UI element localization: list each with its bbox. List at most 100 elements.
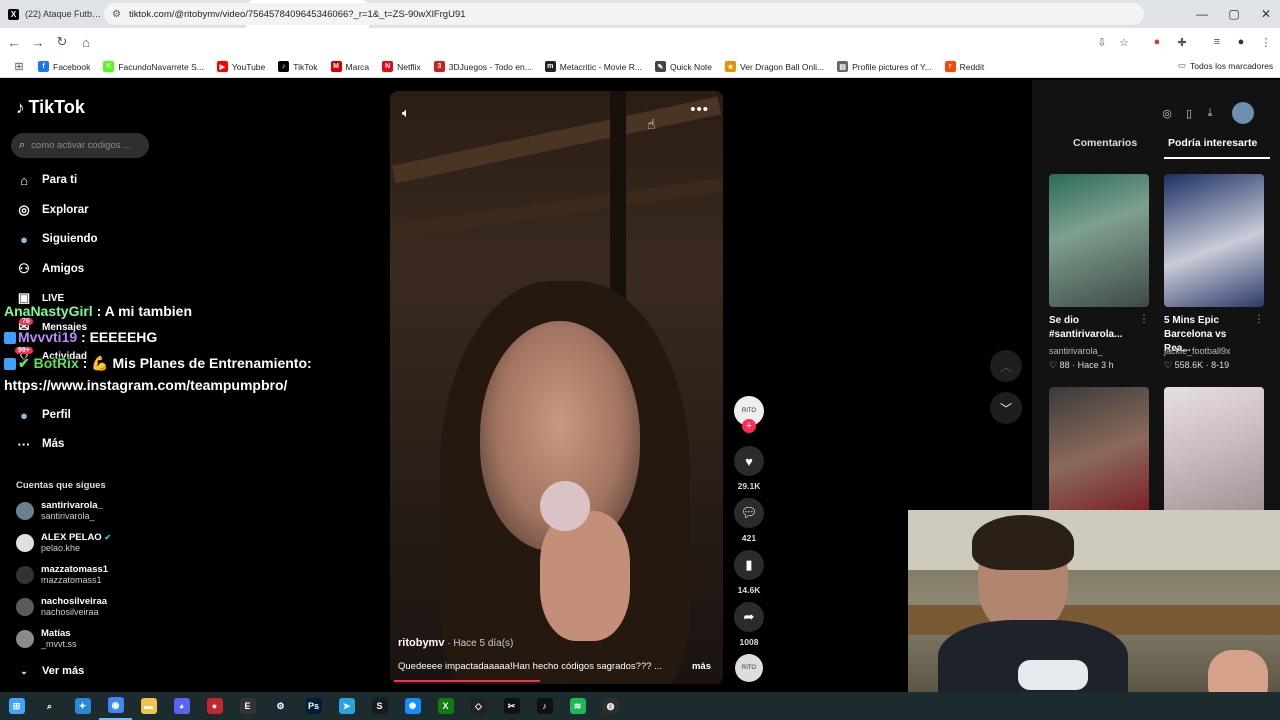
- taskbar-app[interactable]: ⚙: [264, 692, 297, 720]
- reload-icon[interactable]: ↻: [50, 30, 74, 54]
- forward-icon[interactable]: →: [26, 30, 50, 54]
- device-icon[interactable]: ▯: [1178, 102, 1200, 124]
- taskbar-app[interactable]: ▬: [132, 692, 165, 720]
- taskbar-app[interactable]: ✺: [396, 692, 429, 720]
- taskbar-app[interactable]: ✂: [495, 692, 528, 720]
- metacritic-icon: m: [544, 61, 556, 72]
- video-menu-icon[interactable]: ⋮: [1139, 314, 1149, 325]
- tab-comments[interactable]: Comentarios: [1073, 137, 1137, 149]
- chrome-menu-icon[interactable]: ⋮: [1256, 32, 1276, 52]
- video-thumbnail[interactable]: [1049, 387, 1149, 520]
- nav-item-perfil[interactable]: ● Perfil: [16, 407, 71, 423]
- nav-item-para-ti[interactable]: ⌂ Para ti: [16, 172, 77, 188]
- save-action[interactable]: ▮ 14.6K: [734, 550, 764, 595]
- all-bookmarks-folder[interactable]: ▭ Todos los marcadores: [1178, 60, 1273, 71]
- taskbar-app[interactable]: ◕: [165, 692, 198, 720]
- next-video-button[interactable]: ﹀: [990, 392, 1022, 424]
- taskbar-app[interactable]: Ps: [297, 692, 330, 720]
- bookmark-item[interactable]: ★ Ver Dragon Ball Onli...: [725, 61, 824, 72]
- bookmark-item[interactable]: 3 3DJuegos - Todo en...: [433, 61, 532, 72]
- description-more-button[interactable]: más: [692, 661, 711, 672]
- followed-account[interactable]: mazzatomass1 mazzatomass1: [16, 564, 108, 586]
- minimize-button[interactable]: —: [1186, 0, 1218, 28]
- followed-account[interactable]: santirivarola_ santirivarola_: [16, 500, 103, 522]
- video-thumbnail[interactable]: [1164, 387, 1264, 520]
- taskbar-app[interactable]: ◇: [462, 692, 495, 720]
- bookmark-star-icon[interactable]: ☆: [1114, 32, 1134, 52]
- video-thumbnail[interactable]: [1164, 174, 1264, 307]
- share-action[interactable]: ➦ 1008: [734, 602, 764, 647]
- coins-icon[interactable]: ◎: [1156, 102, 1178, 124]
- heart-icon[interactable]: ♥: [734, 446, 764, 476]
- music-disc[interactable]: RITO: [735, 654, 763, 682]
- followed-account[interactable]: ALEX PELAO ✔ pelao.khe: [16, 532, 111, 554]
- search-input[interactable]: ⌕ como activar codigos ...: [11, 133, 149, 158]
- taskbar-app[interactable]: ✦: [66, 692, 99, 720]
- author-name[interactable]: ritobymv: [398, 637, 444, 649]
- bookmark-item[interactable]: M Marca: [330, 61, 369, 72]
- address-bar[interactable]: ⚙ tiktok.com/@ritobymv/video/75645784096…: [104, 3, 1144, 25]
- taskbar-app[interactable]: X: [429, 692, 462, 720]
- like-action[interactable]: ♥ 29.1K: [734, 446, 764, 491]
- tab-suggested[interactable]: Podría interesarte: [1168, 137, 1257, 149]
- taskbar-app[interactable]: ●: [198, 692, 231, 720]
- follow-button[interactable]: +: [742, 419, 756, 433]
- bookmark-item[interactable]: N Netflix: [382, 61, 421, 72]
- bookmark-item[interactable]: r Reddit: [944, 61, 984, 72]
- comment-action[interactable]: 💬︎ 421: [734, 498, 764, 543]
- taskbar-app[interactable]: ➤: [330, 692, 363, 720]
- install-app-icon[interactable]: ⇩: [1092, 32, 1112, 52]
- video-player[interactable]: 🔈︎ ••• ritobymv · Hace 5 día(s) Quedeeee…: [390, 91, 723, 684]
- video-author[interactable]: ritobymv · Hace 5 día(s): [398, 637, 513, 649]
- video-creator[interactable]: jackie_football9x: [1164, 346, 1231, 356]
- tiktok-logo[interactable]: ♪ TikTok: [16, 97, 85, 118]
- video-menu-icon[interactable]: ⋮: [1254, 314, 1264, 325]
- taskbar-app[interactable]: ◍: [594, 692, 627, 720]
- followed-account[interactable]: Matías _mvvt.ss: [16, 628, 77, 650]
- user-avatar[interactable]: [1232, 102, 1254, 124]
- video-creator[interactable]: santirivarola_: [1049, 346, 1103, 356]
- previous-video-button[interactable]: ︿: [990, 350, 1022, 382]
- taskbar-app[interactable]: ≋: [561, 692, 594, 720]
- bookmark-item[interactable]: ▶ YouTube: [216, 61, 265, 72]
- close-window-button[interactable]: ✕: [1250, 0, 1280, 28]
- bookmark-item[interactable]: ♪ TikTok: [278, 61, 318, 72]
- bookmark-item[interactable]: ✎ Quick Note: [654, 61, 712, 72]
- profile-avatar-icon[interactable]: ●: [1231, 32, 1251, 52]
- maximize-button[interactable]: ▢: [1218, 0, 1250, 28]
- media-control-icon[interactable]: ≡: [1207, 32, 1227, 52]
- bookmark-label: Netflix: [397, 61, 421, 72]
- video-progress-bar[interactable]: [394, 680, 541, 682]
- taskbar-app[interactable]: S: [363, 692, 396, 720]
- taskbar-app[interactable]: ⌕: [33, 692, 66, 720]
- taskbar-app[interactable]: E: [231, 692, 264, 720]
- bookmark-icon[interactable]: ▮: [734, 550, 764, 580]
- volume-icon[interactable]: 🔈︎: [402, 105, 410, 121]
- home-button-icon[interactable]: ⌂: [74, 30, 98, 54]
- nav-item-siguiendo[interactable]: ● Siguiendo: [16, 231, 98, 247]
- taskbar-app[interactable]: ⊞: [0, 692, 33, 720]
- taskbar-app[interactable]: ♪: [528, 692, 561, 720]
- taskbar-app[interactable]: ◉: [99, 692, 132, 720]
- extensions-puzzle-icon[interactable]: ✚: [1172, 32, 1192, 52]
- video-caption[interactable]: Se dio #santirivarola...: [1049, 314, 1139, 342]
- bookmark-item[interactable]: f Facebook: [38, 61, 90, 72]
- see-more-button[interactable]: ⌄ Ver más: [16, 663, 84, 679]
- download-icon[interactable]: ⤓: [1199, 102, 1221, 124]
- back-icon[interactable]: ←: [2, 30, 26, 54]
- nav-item-amigos[interactable]: ⚇ Amigos: [16, 261, 84, 277]
- bookmark-item[interactable]: m Metacritic - Movie R...: [544, 61, 642, 72]
- more-options-icon[interactable]: •••: [690, 101, 709, 118]
- followed-account[interactable]: nachosilveiraa nachosilveiraa: [16, 596, 107, 618]
- apps-grid-icon[interactable]: ⊞: [0, 60, 38, 73]
- bookmark-item[interactable]: ▤ Profile pictures of Y...: [837, 61, 932, 72]
- site-info-icon[interactable]: ⚙: [112, 9, 121, 20]
- comment-icon[interactable]: 💬︎: [734, 498, 764, 528]
- video-thumbnail[interactable]: [1049, 174, 1149, 307]
- bookmark-label: Facebook: [53, 61, 91, 72]
- nav-item-m-s[interactable]: ··· Más: [16, 436, 65, 452]
- nav-item-explorar[interactable]: ◎ Explorar: [16, 202, 88, 218]
- extension-red-icon[interactable]: ●: [1147, 32, 1167, 52]
- share-icon[interactable]: ➦: [734, 602, 764, 632]
- bookmark-item[interactable]: K FacundoNavarrete S...: [103, 61, 204, 72]
